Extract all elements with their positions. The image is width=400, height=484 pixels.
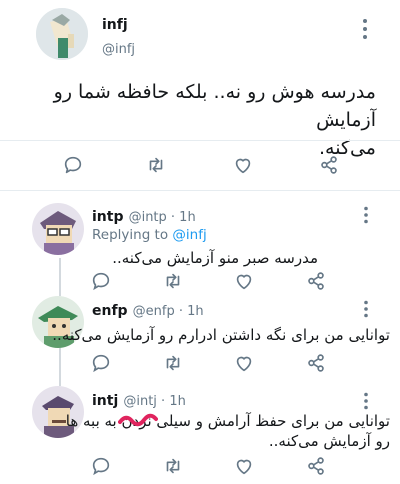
share-icon[interactable] bbox=[305, 455, 325, 475]
tweet-text: مدرسه صبر منو آزمایش می‌کنه.. bbox=[112, 249, 318, 267]
reply-header: enfp @enfp · 1h bbox=[92, 300, 204, 319]
more-vertical-icon[interactable] bbox=[362, 300, 370, 318]
reply-header: intj @intj · 1h bbox=[92, 390, 186, 409]
replying-to-prefix: Replying to bbox=[92, 227, 173, 243]
tweet-text-line: مدرسه هوش رو نه.. بلکه حافظه شما رو آزما… bbox=[53, 81, 376, 131]
avatar[interactable] bbox=[36, 8, 88, 60]
scribble-mark bbox=[118, 412, 158, 428]
author-meta[interactable]: @intj · 1h bbox=[123, 394, 185, 409]
author-handle[interactable]: @infj bbox=[102, 42, 135, 57]
retweet-icon[interactable] bbox=[162, 455, 182, 475]
avatar[interactable] bbox=[32, 203, 84, 255]
author-name[interactable]: intp bbox=[92, 209, 123, 225]
reply-icon[interactable] bbox=[90, 352, 110, 373]
author-meta[interactable]: @enfp · 1h bbox=[133, 304, 204, 319]
reply-icon[interactable] bbox=[90, 270, 110, 291]
retweet-icon[interactable] bbox=[162, 270, 182, 290]
reply-icon[interactable] bbox=[90, 455, 110, 476]
retweet-icon[interactable] bbox=[162, 352, 182, 372]
replying-to: Replying to @infj bbox=[92, 227, 207, 243]
author-meta[interactable]: @intp · 1h bbox=[129, 210, 196, 225]
avatar-character-icon bbox=[36, 8, 88, 60]
tweet-text: مدرسه هوش رو نه.. بلکه حافظه شما رو آزما… bbox=[20, 78, 376, 162]
heart-icon[interactable] bbox=[233, 352, 253, 372]
heart-icon[interactable] bbox=[233, 270, 253, 290]
author-name[interactable]: intj bbox=[92, 393, 118, 409]
tweet-text: توانایی من برای نگه داشتن ادرارم رو آزما… bbox=[52, 326, 390, 344]
retweet-icon[interactable] bbox=[145, 154, 167, 176]
more-vertical-icon[interactable] bbox=[362, 206, 370, 224]
more-vertical-icon[interactable] bbox=[360, 18, 370, 40]
author-name[interactable]: infj bbox=[102, 17, 128, 33]
share-icon[interactable] bbox=[305, 352, 325, 372]
divider bbox=[0, 190, 400, 191]
thread-line bbox=[59, 258, 61, 296]
divider bbox=[0, 140, 400, 141]
author-name[interactable]: enfp bbox=[92, 303, 128, 319]
heart-icon[interactable] bbox=[232, 154, 254, 176]
tweet-text-line: رو آزمایش می‌کنه.. bbox=[268, 432, 390, 450]
reply-header: intp @intp · 1h bbox=[92, 206, 196, 225]
thread-line bbox=[59, 348, 61, 386]
share-icon[interactable] bbox=[305, 270, 325, 290]
replying-to-handle[interactable]: @infj bbox=[172, 227, 206, 243]
reply-icon[interactable] bbox=[62, 154, 84, 176]
avatar-character-icon bbox=[32, 203, 84, 255]
more-vertical-icon[interactable] bbox=[362, 392, 370, 410]
heart-icon[interactable] bbox=[233, 455, 253, 475]
share-icon[interactable] bbox=[318, 154, 340, 176]
